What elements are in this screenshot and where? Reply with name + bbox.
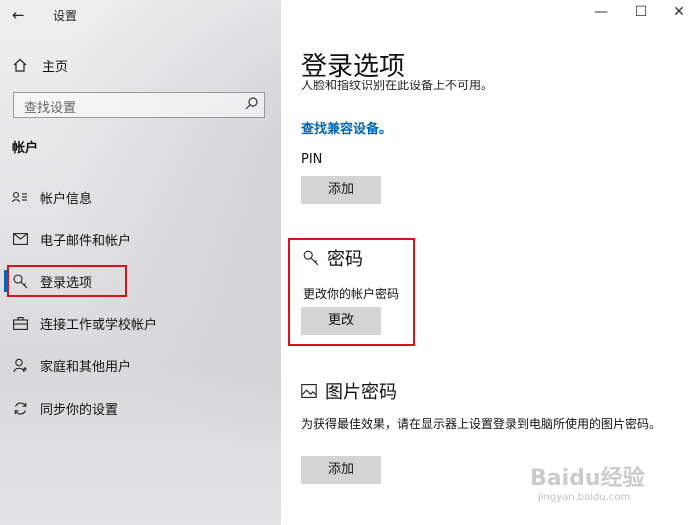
sidebar-item-label: 连接工作或学校帐户	[40, 317, 158, 333]
person-card-icon	[12, 189, 28, 205]
sidebar-item-sync[interactable]: 同步你的设置	[0, 391, 281, 425]
face-fingerprint-unavailable-text: 人脸和指纹识别在此设备上不可用。	[301, 80, 494, 92]
highlight-box-sign-in-options	[7, 265, 127, 297]
pin-label: PIN	[301, 152, 323, 167]
picture-password-title: 图片密码	[325, 382, 397, 403]
nav-home[interactable]: 主页	[12, 54, 68, 76]
sidebar-item-family[interactable]: 家庭和其他用户	[0, 348, 281, 382]
search-input[interactable]: 查找设置	[13, 92, 265, 118]
app-title: 设置	[53, 9, 78, 23]
watermark-brand: Baidu经验	[530, 466, 645, 491]
sidebar-item-label: 电子邮件和帐户	[40, 233, 132, 249]
page-title: 登录选项	[301, 52, 406, 82]
sidebar: ← 设置 主页 查找设置 帐户 帐户信息 电子邮件和帐户 登录选项 连接工作或学…	[0, 0, 281, 525]
picture-password-header: 图片密码	[301, 378, 397, 404]
picture-password-description: 为获得最佳效果，请在显示器上设置登录到电脑所使用的图片密码。	[301, 417, 662, 431]
watermark: Baidu经验 jingyan.baidu.com	[530, 460, 690, 520]
watermark-url: jingyan.baidu.com	[538, 492, 631, 503]
search-placeholder: 查找设置	[24, 101, 77, 116]
back-arrow-icon[interactable]: ←	[12, 6, 25, 24]
sidebar-item-label: 家庭和其他用户	[40, 359, 132, 375]
sidebar-item-label: 同步你的设置	[40, 402, 119, 418]
sidebar-item-email[interactable]: 电子邮件和帐户	[0, 222, 281, 256]
highlight-box-password	[288, 238, 415, 346]
picture-icon	[301, 383, 317, 399]
section-title-accounts: 帐户	[12, 141, 39, 156]
briefcase-icon	[12, 315, 28, 331]
search-icon[interactable]	[245, 97, 258, 114]
home-label: 主页	[42, 59, 69, 75]
mail-icon	[12, 231, 28, 247]
sidebar-item-work-school[interactable]: 连接工作或学校帐户	[0, 306, 281, 340]
person-add-icon	[12, 357, 28, 373]
title-bar: ← 设置	[0, 0, 281, 30]
home-icon	[12, 57, 28, 73]
sidebar-item-account-info[interactable]: 帐户信息	[0, 180, 281, 214]
close-icon[interactable]: ✕	[664, 4, 694, 20]
minimize-icon[interactable]: —	[586, 4, 616, 20]
add-picture-password-button[interactable]: 添加	[301, 456, 381, 484]
maximize-icon[interactable]: ☐	[626, 4, 656, 20]
sidebar-item-label: 帐户信息	[40, 191, 93, 207]
sync-icon	[12, 400, 28, 416]
find-compatible-devices-link[interactable]: 查找兼容设备。	[301, 118, 392, 137]
add-pin-button[interactable]: 添加	[301, 176, 381, 204]
